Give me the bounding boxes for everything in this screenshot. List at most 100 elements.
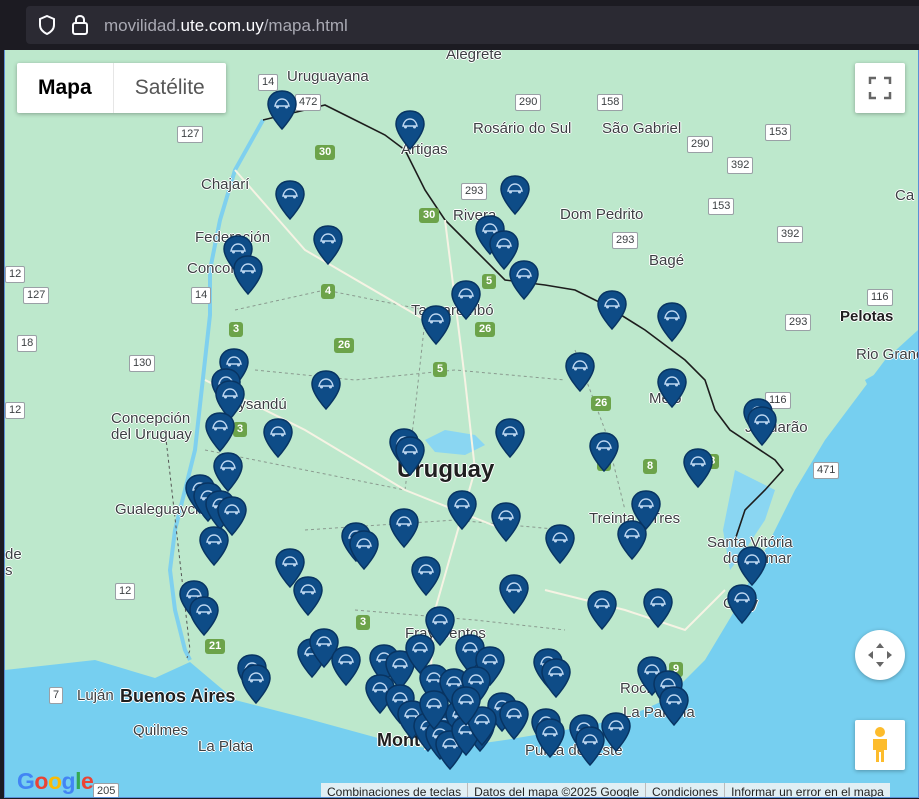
url-path: /mapa.html [263,16,348,35]
google-logo[interactable]: Google [17,768,94,795]
route-shield: 116 [867,289,893,306]
city-label-dom-pedrito: Dom Pedrito [560,206,644,223]
map-canvas[interactable]: Uruguay Buenos Aires Montevideo Uruguaya… [4,50,919,798]
charging-station-marker[interactable] [509,260,539,301]
route-shield: 153 [708,198,735,215]
city-label-lujan: Luján [77,687,114,704]
city-label-chajari: Chajarí [201,176,250,193]
charging-station-marker[interactable] [500,175,530,216]
route-shield: 153 [765,124,792,141]
charging-station-marker[interactable] [395,110,425,151]
map-type-satellite-button[interactable]: Satélite [112,63,226,113]
charging-station-marker[interactable] [499,574,529,615]
national-route-shield: 26 [591,396,612,411]
charging-station-marker[interactable] [657,302,687,343]
fullscreen-icon [868,76,892,100]
url-domain: ute.com.uy [180,16,264,35]
route-shield: 12 [5,266,26,283]
city-label-alegrete: Alegrete [446,50,502,63]
charging-station-marker[interactable] [419,690,449,731]
charging-station-marker[interactable] [293,576,323,617]
city-label-rio-grande: Rio Grande [856,346,918,363]
charging-station-marker[interactable] [241,664,271,705]
city-label-uruguayana: Uruguayana [287,68,369,85]
charging-station-marker[interactable] [189,596,219,637]
charging-station-marker[interactable] [587,590,617,631]
charging-station-marker[interactable] [495,418,525,459]
map-data-attribution: Datos del mapa ©2025 Google [467,783,645,797]
address-bar[interactable]: movilidad.ute.com.uy/mapa.html [26,6,919,44]
terms-link[interactable]: Condiciones [645,783,724,797]
charging-station-marker[interactable] [421,305,451,346]
city-label-quilmes: Quilmes [133,722,189,739]
tracking-protection-shield-icon[interactable] [38,15,56,35]
city-label-buenos-aires: Buenos Aires [120,686,236,706]
cut-label-s: s [5,562,13,579]
route-shield: 14 [191,287,212,304]
charging-station-marker[interactable] [683,448,713,489]
charging-station-marker[interactable] [331,646,361,687]
city-label-la-plata: La Plata [198,738,254,755]
charging-station-marker[interactable] [643,588,673,629]
charging-station-marker[interactable] [451,686,481,727]
charging-station-marker[interactable] [389,508,419,549]
charging-station-marker[interactable] [535,718,565,759]
charging-station-marker[interactable] [349,530,379,571]
charging-station-marker[interactable] [395,436,425,477]
national-route-shield: 21 [205,639,226,654]
url-text: movilidad.ute.com.uy/mapa.html [104,16,348,36]
charging-station-marker[interactable] [589,432,619,473]
charging-station-marker[interactable] [205,412,235,453]
charging-station-marker[interactable] [659,686,689,727]
city-label-del-uruguay: del Uruguay [111,426,192,443]
route-shield: 18 [17,335,38,352]
charging-station-marker[interactable] [737,546,767,587]
charging-station-marker[interactable] [233,255,263,296]
map-attribution-bar: Combinaciones de teclas Datos del mapa ©… [321,783,890,797]
charging-station-marker[interactable] [199,526,229,567]
national-route-shield: 4 [321,284,336,299]
charging-station-marker[interactable] [597,290,627,331]
charging-station-marker[interactable] [499,700,529,741]
route-shield: 127 [177,126,204,143]
charging-station-marker[interactable] [451,280,481,321]
route-shield: 7 [49,687,64,704]
camera-control-button[interactable] [855,630,905,680]
charging-station-marker[interactable] [311,370,341,411]
charging-station-marker[interactable] [747,406,777,447]
charging-station-marker[interactable] [631,490,661,531]
pegman-icon [873,727,887,762]
charging-station-marker[interactable] [601,712,631,753]
route-shield: 158 [597,94,624,111]
national-route-shield: 8 [643,459,658,474]
charging-station-marker[interactable] [727,584,757,625]
charging-station-marker[interactable] [491,502,521,543]
national-route-shield: 3 [233,422,248,437]
national-route-shield: 30 [315,145,336,160]
charging-station-marker[interactable] [545,524,575,565]
report-error-link[interactable]: Informar un error en el mapa [724,783,890,797]
route-shield: 392 [727,157,754,174]
route-shield: 471 [813,462,840,479]
url-prefix: movilidad. [104,16,181,35]
lock-icon[interactable] [71,14,89,36]
fullscreen-button[interactable] [855,63,905,113]
map-type-map-button[interactable]: Mapa [17,63,113,113]
keyboard-shortcuts-link[interactable]: Combinaciones de teclas [321,783,467,797]
street-view-pegman-button[interactable] [855,720,905,770]
national-route-shield: 30 [419,208,440,223]
route-shield: 293 [461,183,488,200]
charging-station-marker[interactable] [263,418,293,459]
charging-station-marker[interactable] [313,225,343,266]
charging-station-marker[interactable] [541,658,571,699]
route-shield: 293 [785,314,812,331]
charging-station-marker[interactable] [267,90,297,131]
charging-station-marker[interactable] [275,180,305,221]
charging-station-marker[interactable] [565,352,595,393]
route-shield: 392 [777,226,804,243]
charging-station-marker[interactable] [657,368,687,409]
charging-station-marker[interactable] [411,556,441,597]
charging-station-marker[interactable] [447,490,477,531]
national-route-shield: 3 [229,322,244,337]
route-shield: 290 [687,136,714,153]
